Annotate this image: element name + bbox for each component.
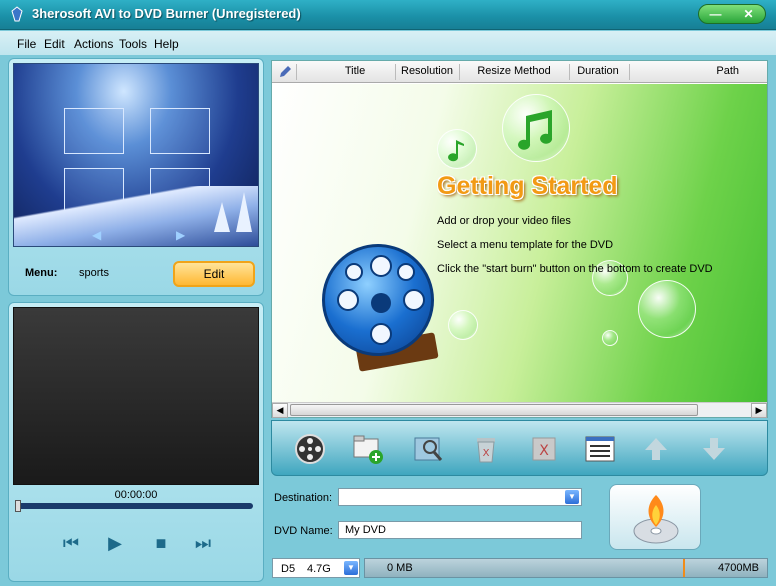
music-note-icon (448, 140, 464, 162)
arrow-down-icon (703, 438, 725, 460)
getting-started-title: Getting Started (437, 172, 618, 200)
clear-all-button[interactable]: X (526, 431, 562, 467)
list-header: Title Resolution Resize Method Duration … (272, 61, 767, 83)
scroll-left-button[interactable]: ◀ (272, 403, 288, 418)
stop-icon[interactable]: ■ (149, 531, 173, 555)
used-space: 0 MB (387, 562, 413, 574)
disc-size: 4.7G (307, 563, 331, 575)
trash-icon: X (477, 438, 495, 463)
file-list[interactable]: Title Resolution Resize Method Duration … (271, 60, 768, 418)
arrow-up-icon (645, 438, 667, 460)
pencil-icon[interactable] (278, 65, 292, 79)
window-title: 3herosoft AVI to DVD Burner (Unregistere… (32, 6, 301, 21)
instruction-start-burn: Click the "start burn" button on the bot… (437, 263, 713, 275)
horizontal-scrollbar[interactable]: ◀ ▶ (272, 402, 767, 418)
player-panel: 00:00:00 ⏮ ▶ ■ ⏭ (8, 302, 264, 582)
menu-template-panel: ◀ ▶ Menu: sports Edit (8, 58, 264, 296)
menu-edit[interactable]: Edit (44, 37, 65, 51)
chevron-down-icon[interactable]: ▼ (565, 490, 579, 504)
action-toolbar: X X (271, 420, 768, 476)
column-path[interactable]: Path (692, 65, 767, 77)
move-down-button[interactable] (696, 431, 732, 467)
burn-disc-icon (633, 495, 679, 544)
bubble-decoration (448, 310, 478, 340)
video-screen (13, 307, 259, 485)
play-icon[interactable]: ▶ (103, 531, 127, 555)
dvd-name-input[interactable]: My DVD (338, 521, 582, 539)
menu-preview[interactable]: ◀ ▶ (13, 63, 259, 247)
add-folder-button[interactable] (350, 431, 386, 467)
destination-select[interactable] (338, 488, 582, 506)
capacity-bar: 0 MB 4700MB (364, 558, 768, 578)
close-button[interactable]: ✕ (739, 7, 759, 21)
window-controls: — ✕ (698, 4, 766, 24)
column-resize-method[interactable]: Resize Method (459, 65, 569, 77)
svg-text:X: X (539, 443, 549, 459)
clear-icon: X (532, 437, 556, 461)
capacity-total: 4700MB (718, 562, 759, 574)
menu-file[interactable]: File (17, 37, 36, 51)
start-burn-button[interactable] (609, 484, 701, 550)
svg-text:X: X (483, 448, 490, 459)
add-folder-icon (353, 435, 383, 464)
minimize-button[interactable]: — (706, 7, 726, 21)
tree-decoration (236, 192, 252, 232)
chevron-down-icon[interactable]: ▼ (344, 561, 358, 575)
menu-name: sports (79, 267, 109, 279)
getting-started-area: Getting Started Add or drop your video f… (272, 84, 767, 402)
skip-forward-icon[interactable]: ⏭ (191, 531, 215, 555)
menu-tools[interactable]: Tools (119, 37, 147, 51)
capacity-marker (683, 559, 685, 577)
bubble-decoration (638, 280, 696, 338)
tree-decoration (214, 202, 230, 232)
seek-bar[interactable] (15, 500, 253, 512)
destination-label: Destination: (274, 492, 333, 504)
column-duration[interactable]: Duration (569, 65, 627, 77)
film-reel-icon (295, 434, 325, 464)
film-reel-icon (322, 244, 434, 356)
music-note-icon (518, 110, 553, 150)
chapter-thumb[interactable] (150, 108, 210, 154)
disc-type-select[interactable]: D5 4.7G ▼ (272, 558, 360, 578)
list-icon (585, 436, 615, 462)
playback-time: 00:00:00 (114, 489, 158, 501)
app-icon (11, 6, 23, 22)
dvd-name-label: DVD Name: (274, 525, 333, 537)
delete-button[interactable]: X (468, 431, 504, 467)
scroll-thumb[interactable] (290, 404, 698, 416)
edit-menu-button[interactable]: Edit (173, 261, 255, 287)
move-up-button[interactable] (638, 431, 674, 467)
menu-help[interactable]: Help (154, 37, 179, 51)
scroll-right-button[interactable]: ▶ (751, 403, 767, 418)
menu-actions[interactable]: Actions (74, 37, 113, 51)
chapter-thumb[interactable] (64, 108, 124, 154)
bubble-decoration (602, 330, 618, 346)
edit-video-button[interactable] (410, 431, 446, 467)
seek-thumb[interactable] (15, 500, 21, 512)
title-bar: 3herosoft AVI to DVD Burner (Unregistere… (0, 0, 776, 30)
properties-button[interactable] (582, 431, 618, 467)
menu-bar: File Edit Actions Tools Help (0, 31, 776, 55)
disc-type: D5 (281, 563, 296, 575)
skip-back-icon[interactable]: ⏮ (59, 531, 83, 555)
instruction-add-files: Add or drop your video files (437, 215, 571, 227)
column-resolution[interactable]: Resolution (395, 65, 459, 77)
add-video-button[interactable] (292, 431, 328, 467)
next-page-icon[interactable]: ▶ (176, 228, 185, 242)
instruction-select-menu: Select a menu template for the DVD (437, 239, 614, 251)
menu-label: Menu: (25, 267, 58, 279)
film-edit-icon (414, 437, 443, 461)
prev-page-icon[interactable]: ◀ (92, 228, 101, 242)
